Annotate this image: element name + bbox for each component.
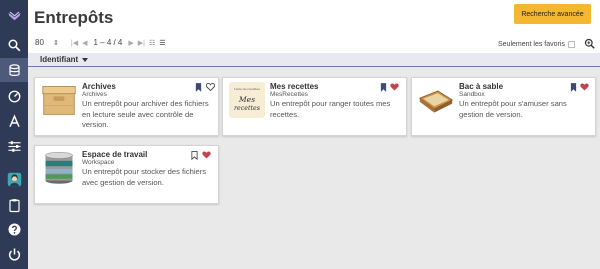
dashboard-icon[interactable] — [0, 84, 28, 108]
pager-range: 1 – 4 / 4 — [93, 38, 123, 47]
power-icon[interactable] — [0, 242, 28, 266]
compact-view-icon[interactable]: ☰ — [159, 39, 165, 47]
previous-page-icon[interactable]: ◀ — [82, 39, 87, 47]
repository-card-espace-de-travail[interactable]: Espace de travail Workspace Un entrepôt … — [34, 145, 219, 204]
page-size-value[interactable]: 80 — [35, 38, 51, 47]
page-title: Entrepôts — [34, 8, 114, 27]
card-subtitle: Archives — [82, 91, 107, 98]
help-icon[interactable] — [0, 217, 28, 241]
favorite-heart-icon[interactable] — [202, 151, 211, 159]
card-title: Mes recettes — [270, 82, 319, 91]
search-icon[interactable] — [0, 33, 28, 57]
last-page-icon[interactable]: ▶| — [138, 39, 145, 47]
card-description: Un entrepôt pour s'amuser sans gestion d… — [459, 99, 567, 119]
favorite-heart-icon[interactable] — [390, 83, 399, 91]
sort-bar: Identifiant — [28, 53, 600, 67]
server-stack-image — [45, 151, 73, 184]
sandbox-tray-image — [418, 90, 454, 113]
pager: 80 ⇕ |◀ ◀ 1 – 4 / 4 ▶ ▶| ☷ ☰ — [35, 38, 168, 47]
archive-box-image — [42, 86, 76, 115]
advanced-search-button[interactable]: Recherche avancée — [514, 4, 591, 24]
bookmark-icon[interactable] — [380, 83, 387, 92]
user-avatar-icon[interactable] — [0, 167, 28, 191]
card-description: Un entrepôt pour stocker des fichiers av… — [82, 167, 207, 187]
clipboard-icon[interactable] — [0, 193, 28, 217]
app-logo-icon[interactable] — [0, 4, 28, 28]
sort-identifier-button[interactable]: Identifiant — [40, 55, 78, 64]
sliders-icon[interactable] — [0, 134, 28, 158]
bookmark-outline-icon[interactable] — [191, 151, 198, 160]
card-title: Espace de travail — [82, 150, 148, 159]
favorites-filter[interactable]: Seulement les favoris — [498, 41, 575, 48]
card-subtitle: Sandbox — [459, 91, 485, 98]
bookmark-icon[interactable] — [195, 83, 202, 92]
first-page-icon[interactable]: |◀ — [71, 39, 78, 47]
card-subtitle: Workspace — [82, 159, 115, 166]
card-title: Bac à sable — [459, 82, 504, 91]
card-title: Archives — [82, 82, 116, 91]
recipe-note-word-1: Mes — [238, 95, 255, 104]
database-icon[interactable] — [0, 58, 28, 82]
recipe-note-word-2: recettes — [234, 105, 261, 112]
favorite-heart-icon[interactable] — [580, 83, 589, 91]
bookmark-icon[interactable] — [570, 83, 577, 92]
recipe-note-image: Liste de recettes Mes recettes — [229, 82, 265, 118]
list-view-icon[interactable]: ☷ — [149, 39, 155, 47]
favorite-heart-outline-icon[interactable] — [206, 83, 215, 91]
page-size-stepper-icon[interactable]: ⇕ — [53, 39, 59, 47]
repository-card-mes-recettes[interactable]: Liste de recettes Mes recettes Mes recet… — [222, 77, 407, 136]
next-page-icon[interactable]: ▶ — [128, 39, 133, 47]
sidebar — [0, 0, 28, 269]
repository-card-archives[interactable]: Archives Archives Un entrepôt pour archi… — [34, 77, 219, 136]
favorites-filter-label: Seulement les favoris — [498, 41, 565, 48]
zoom-in-icon[interactable] — [584, 38, 596, 50]
text-font-icon[interactable] — [0, 109, 28, 133]
recipe-note-caption: Liste de recettes — [234, 87, 260, 91]
favorites-checkbox[interactable] — [567, 41, 575, 48]
sort-caret-icon[interactable] — [82, 58, 88, 62]
control-panel: Entrepôts Recherche avancée 80 ⇕ |◀ ◀ 1 … — [28, 0, 600, 53]
card-description: Un entrepôt pour ranger toutes mes recet… — [270, 99, 391, 119]
card-subtitle: MesRecettes — [270, 91, 308, 98]
repository-card-bac-a-sable[interactable]: Bac à sable Sandbox Un entrepôt pour s'a… — [411, 77, 596, 136]
card-description: Un entrepôt pour archiver des fichiers e… — [82, 99, 209, 130]
